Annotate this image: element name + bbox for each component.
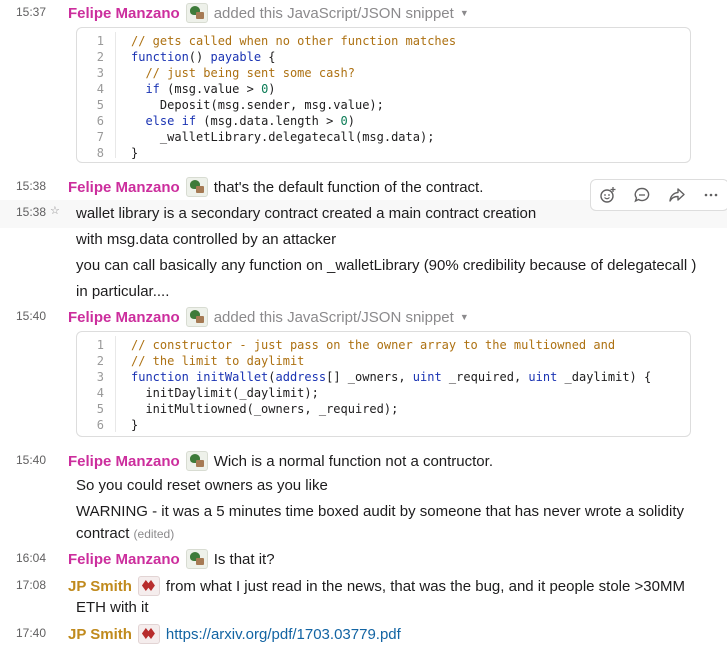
sender-name[interactable]: Felipe Manzano [68,309,180,326]
share-icon[interactable] [660,180,694,210]
line-number: 6 [96,114,104,128]
add-reaction-icon[interactable] [591,180,625,210]
line-number: 4 [96,82,104,96]
chevron-down-icon[interactable]: ▼ [460,8,469,18]
code-text: // constructor - just pass on the owner … [131,338,616,352]
code-text: initMultiowned(_owners, _required); [131,402,399,416]
code-text: _walletLibrary.delegatecall(msg.data); [131,130,435,144]
code-line: 3 // just being sent some cash? [77,65,690,81]
message-text: that's the default function of the contr… [213,178,484,196]
message-actions-toolbar [590,179,727,211]
snippet-action-text: added this JavaScript/JSON snippet [213,4,454,22]
code-text: Deposit(msg.sender, msg.value); [131,98,384,112]
code-line: 2 function() payable { [77,49,690,65]
code-line: 8} [77,145,690,161]
line-number: 6 [96,418,104,432]
more-actions-icon[interactable] [694,180,727,210]
code-text: if (msg.value > 0) [145,82,276,96]
code-text: initDaylimit(_daylimit); [131,386,319,400]
line-number: 1 [96,34,104,48]
timestamp[interactable]: 15:37 [16,5,46,19]
message-link[interactable]: https://arxiv.org/pdf/1703.03779.pdf [166,626,401,643]
message-header: Felipe Manzano Wich is a normal function… [68,451,493,471]
star-icon[interactable]: ☆ [50,204,60,217]
line-number: 3 [96,66,104,80]
code-text: } [131,418,139,432]
code-snippet[interactable]: 1 // gets called when no other function m… [76,27,691,163]
red-emblem-icon [137,624,160,644]
message-header: Felipe Manzano added this JavaScript/JSO… [68,307,469,327]
chevron-down-icon[interactable]: ▼ [460,312,469,322]
message-text: So you could reset owners as you like [76,477,328,494]
sender-name[interactable]: Felipe Manzano [68,179,180,196]
code-text: function() payable { [131,50,276,64]
message-text: Wich is a normal function not a contruct… [213,452,493,470]
line-number: 1 [96,338,104,352]
timestamp[interactable]: 15:40 [16,453,46,467]
timestamp[interactable]: 16:04 [16,551,46,565]
code-line: 6} [77,417,690,433]
message-text: Is that it? [213,550,275,568]
sender-name[interactable]: JP Smith [68,626,132,643]
message-text-line: contract (edited) [76,525,174,542]
message-text: in particular.... [76,283,170,300]
line-number: 2 [96,354,104,368]
line-number: 5 [96,98,104,112]
code-line: 1 // gets called when no other function m… [77,33,690,49]
message-text: with msg.data controlled by an attacker [76,231,337,248]
code-line: 4 if (msg.value > 0) [77,81,690,97]
message-text: WARNING - it was a 5 minutes time boxed … [76,503,685,520]
code-snippet[interactable]: 1 // constructor - just pass on the owner… [76,331,691,437]
message-text: wallet library is a secondary contract c… [76,205,537,222]
tree-icon [185,451,208,471]
timestamp[interactable]: 17:08 [16,578,46,592]
line-number: 8 [96,146,104,160]
code-line: 6 else if (msg.data.length > 0) [77,113,690,129]
message-header: JP Smith https://arxiv.org/pdf/1703.0377… [68,624,401,644]
line-number: 4 [96,386,104,400]
code-text: function initWallet(address[] _owners, u… [131,370,652,384]
snippet-action-text: added this JavaScript/JSON snippet [213,308,454,326]
sender-name[interactable]: JP Smith [68,578,132,595]
code-text: // gets called when no other function ma… [131,34,457,48]
timestamp[interactable]: 15:40 [16,309,46,323]
message-header: Felipe Manzano Is that it? [68,549,275,569]
code-line: 4 initDaylimit(_daylimit); [77,385,690,401]
timestamp[interactable]: 15:38 [16,205,46,219]
reply-thread-icon[interactable] [625,180,659,210]
tree-icon [185,307,208,327]
sender-name[interactable]: Felipe Manzano [68,453,180,470]
message-header: Felipe Manzano that's the default functi… [68,177,483,197]
tree-icon [185,177,208,197]
code-line: 1 // constructor - just pass on the owner… [77,337,690,353]
message-header: JP Smith from what I just read in the ne… [68,576,685,596]
code-text: } [131,146,139,160]
sender-name[interactable]: Felipe Manzano [68,551,180,568]
line-number: 5 [96,402,104,416]
code-line: 3 function initWallet(address[] _owners, … [77,369,690,385]
message-header: Felipe Manzano added this JavaScript/JSO… [68,3,469,23]
sender-name[interactable]: Felipe Manzano [68,5,180,22]
tree-icon [185,3,208,23]
line-number: 3 [96,370,104,384]
edited-label: (edited) [133,527,175,541]
code-text: // just being sent some cash? [145,66,355,80]
line-number: 2 [96,50,104,64]
message-text: you can call basically any function on _… [76,257,697,274]
timestamp[interactable]: 17:40 [16,626,46,640]
code-text: else if (msg.data.length > 0) [145,114,356,128]
code-text: // the limit to daylimit [131,354,305,368]
message-text: from what I just read in the news, that … [165,577,685,595]
tree-icon [185,549,208,569]
red-emblem-icon [137,576,160,596]
message-text: contract [76,525,130,542]
code-line: 7 _walletLibrary.delegatecall(msg.data); [77,129,690,145]
timestamp[interactable]: 15:38 [16,179,46,193]
code-line: 5 initMultiowned(_owners, _required); [77,401,690,417]
code-line: 5 Deposit(msg.sender, msg.value); [77,97,690,113]
line-number: 7 [96,130,104,144]
code-line: 2 // the limit to daylimit [77,353,690,369]
message-text: ETH with it [76,599,149,616]
